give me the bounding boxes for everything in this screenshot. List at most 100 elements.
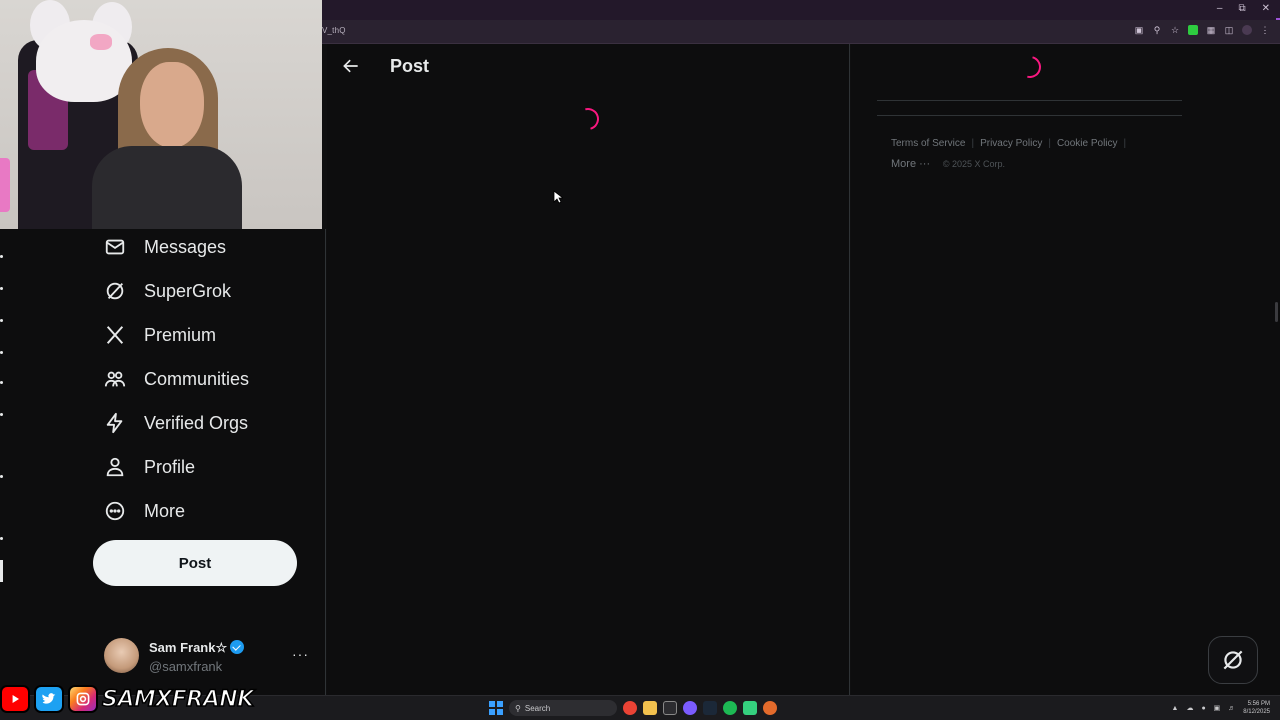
grok-icon [1223, 650, 1243, 670]
monitor-icon[interactable]: ▣ [1214, 704, 1221, 712]
edge-dot [0, 475, 3, 478]
main-column: Post [327, 44, 850, 695]
app-icon[interactable] [743, 701, 757, 715]
clock-date: 8/12/2025 [1243, 709, 1270, 715]
nav-item-profile[interactable]: Profile [104, 449, 195, 485]
cast-icon[interactable]: ▣ [1134, 25, 1144, 35]
privacy-link[interactable]: Privacy Policy [980, 138, 1042, 149]
windows-start-icon[interactable] [489, 701, 503, 715]
nav-item-verified-orgs[interactable]: Verified Orgs [104, 405, 248, 441]
lightning-icon [104, 412, 126, 434]
loading-spinner-icon [1014, 51, 1046, 83]
verified-badge-icon [230, 640, 245, 654]
restore-icon[interactable]: ⧉ [1238, 3, 1245, 14]
edge-dot [0, 319, 3, 322]
more-horizontal-icon[interactable]: ··· [292, 646, 309, 662]
spotify-icon[interactable] [723, 701, 737, 715]
account-handle: @samxfrank [149, 659, 223, 674]
edge-dot [0, 287, 3, 290]
mail-icon [104, 236, 126, 258]
social-handle: SAMXFRANK [101, 686, 255, 713]
back-arrow-icon[interactable] [341, 56, 361, 76]
edge-bar [0, 560, 3, 582]
avatar [104, 638, 139, 673]
menu-dots-icon[interactable]: ⋮ [1260, 25, 1270, 35]
extension-icon[interactable] [1188, 25, 1198, 35]
network-icon[interactable]: ☁ [1186, 704, 1193, 712]
zoom-icon[interactable]: ⚲ [1152, 25, 1162, 35]
taskbar-search[interactable]: ⚲ Search [509, 700, 617, 716]
window-controls: – ⧉ ✕ [1217, 3, 1270, 14]
bookmark-star-icon[interactable]: ☆ [1170, 25, 1180, 35]
profile-avatar-icon[interactable] [1242, 25, 1252, 35]
people-icon [104, 368, 126, 390]
pink-light [0, 158, 10, 212]
edge-dot [0, 413, 3, 416]
grok-floating-button[interactable] [1208, 636, 1258, 684]
cookie-link[interactable]: Cookie Policy [1057, 138, 1118, 149]
nav-item-supergrok[interactable]: SuperGrok [104, 273, 231, 309]
person-icon [104, 456, 126, 478]
nav-label: Profile [144, 456, 196, 477]
account-switcher[interactable]: Sam Frank☆ @samxfrank ··· [104, 638, 314, 674]
streamer-body [92, 146, 242, 229]
chrome-icon[interactable] [623, 701, 637, 715]
edge-dot [0, 255, 3, 258]
separator: | [971, 138, 975, 149]
scrollbar[interactable] [1275, 302, 1278, 322]
post-button[interactable]: Post [93, 540, 297, 586]
separator: | [1048, 138, 1051, 149]
folder-icon[interactable] [643, 701, 657, 715]
sidebar-footer: Terms of Service | Privacy Policy | Cookie P… [891, 134, 1191, 175]
puzzle-icon[interactable]: ▦ [1206, 25, 1216, 35]
nav-label: Communities [144, 368, 250, 389]
instagram-icon [68, 685, 98, 713]
webcam-overlay [0, 0, 322, 229]
nav-label: Verified Orgs [144, 412, 249, 433]
screen: – ⧉ ✕ V_thQ ▣ ⚲ ☆ ▦ ◫ ⋮ Messages SuperGr… [0, 0, 1280, 720]
clock[interactable]: 5:56 PM 8/12/2025 [1243, 700, 1270, 716]
edge-dot [0, 351, 3, 354]
nav-item-more[interactable]: More [104, 493, 185, 529]
nav-label: SuperGrok [144, 280, 232, 301]
grok-icon [104, 280, 126, 302]
twitter-bird-icon [34, 685, 64, 713]
separator: | [1123, 138, 1127, 149]
account-name: Sam Frank☆ [149, 640, 245, 656]
nav-label: Messages [144, 236, 227, 257]
chevron-up-icon[interactable]: ▲ [1172, 705, 1179, 712]
volume-icon[interactable]: ♬ [1228, 705, 1235, 712]
close-icon[interactable]: ✕ [1262, 3, 1270, 14]
microphone-icon[interactable]: ● [1201, 705, 1205, 712]
edge-dot [0, 537, 3, 540]
nav-item-communities[interactable]: Communities [104, 361, 249, 397]
store-icon[interactable] [663, 701, 677, 715]
terms-link[interactable]: Terms of Service [891, 138, 965, 149]
minimize-icon[interactable]: – [1217, 3, 1223, 14]
streamer-face [140, 62, 204, 148]
discord-icon[interactable] [683, 701, 697, 715]
sidepanel-icon[interactable]: ◫ [1224, 25, 1234, 35]
clock-time: 5:56 PM [1247, 701, 1270, 707]
divider [877, 115, 1182, 116]
toolbar-icons: ▣ ⚲ ☆ ▦ ◫ ⋮ [1134, 25, 1270, 35]
system-tray: ▲ ☁ ● ▣ ♬ 5:56 PM 8/12/2025 [1172, 700, 1271, 716]
steam-icon[interactable] [703, 701, 717, 715]
youtube-icon [0, 685, 30, 713]
more-circle-icon [104, 500, 126, 522]
nav-item-messages[interactable]: Messages [104, 229, 226, 265]
divider [877, 100, 1182, 101]
account-name-text: Sam Frank☆ [149, 640, 228, 655]
nav-label: Premium [144, 324, 217, 345]
taskbar-search-label: Search [524, 703, 551, 713]
footer-more-link[interactable]: More ··· [891, 158, 930, 170]
nav-item-premium[interactable]: Premium [104, 317, 216, 353]
right-sidebar: Terms of Service | Privacy Policy | Cookie P… [851, 44, 1280, 695]
browser-app-icon[interactable] [763, 701, 777, 715]
loading-spinner-icon [572, 103, 604, 135]
mouse-cursor-icon [553, 190, 565, 204]
page-title: Post [390, 56, 430, 76]
nav-label: More [144, 500, 186, 521]
x-logo-icon [104, 324, 126, 346]
url-text[interactable]: V_thQ [322, 26, 346, 35]
